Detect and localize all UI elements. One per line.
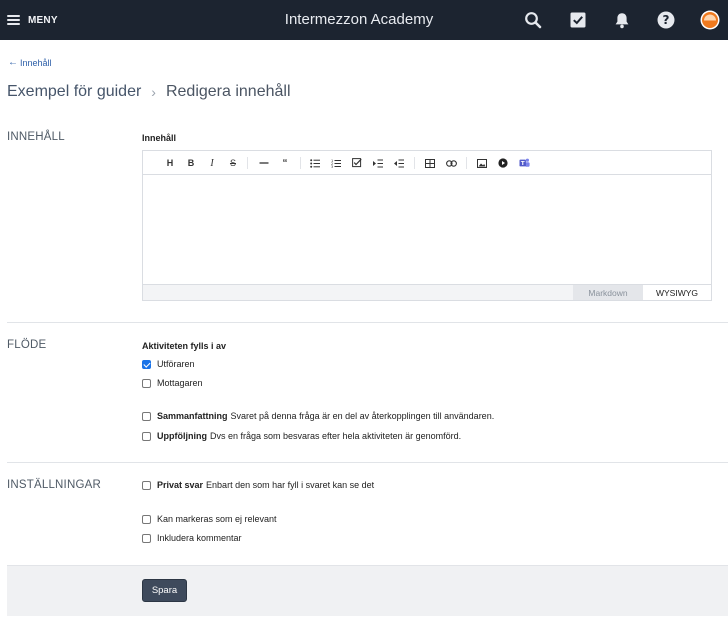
app-title: Intermezzon Academy xyxy=(284,11,434,28)
editor-text-area[interactable] xyxy=(143,175,711,285)
section-divider xyxy=(7,462,728,463)
performer-checkbox-row[interactable]: Utföraren xyxy=(142,359,195,369)
irrelevant-checkbox[interactable] xyxy=(142,514,151,524)
summary-description: Svaret på denna fråga är en del av återk… xyxy=(230,411,495,421)
arrow-left-icon: ← xyxy=(8,57,18,68)
irrelevant-label: Kan markeras som ej relevant xyxy=(157,514,277,524)
private-answer-label: Privat svar xyxy=(157,480,204,490)
image-icon[interactable] xyxy=(475,157,489,169)
svg-text:3: 3 xyxy=(331,165,333,168)
followup-label: Uppföljning xyxy=(157,431,207,441)
back-link-label: Innehåll xyxy=(20,57,52,68)
toolbar-divider xyxy=(414,157,415,169)
followup-checkbox[interactable] xyxy=(142,431,151,441)
editor-mode-bar: Markdown WYSIWYG xyxy=(143,284,711,300)
numbered-list-icon[interactable]: 123 xyxy=(329,157,343,169)
summary-label: Sammanfattning xyxy=(157,411,228,421)
comment-label: Inkludera kommentar xyxy=(157,533,242,543)
content-editor: H B I S “ 123 T Markdown WYSIWYG xyxy=(142,150,712,301)
section-label-settings: INSTÄLLNINGAR xyxy=(7,479,101,491)
bell-icon[interactable] xyxy=(612,10,632,30)
section-label-flow: FLÖDE xyxy=(7,339,47,351)
breadcrumb-parent[interactable]: Exempel för guider xyxy=(7,83,141,101)
private-answer-checkbox-row[interactable]: Privat svar Enbart den som har fyll i sv… xyxy=(142,480,374,490)
back-link[interactable]: ← Innehåll xyxy=(8,57,52,68)
search-icon[interactable] xyxy=(523,10,543,30)
summary-checkbox-row[interactable]: Sammanfattning Svaret på denna fråga är … xyxy=(142,411,494,421)
followup-description: Dvs en fråga som besvaras efter hela akt… xyxy=(209,431,462,441)
content-field-label: Innehåll xyxy=(142,133,177,143)
private-answer-description: Enbart den som har fyll i svaret kan se … xyxy=(206,480,375,490)
link-icon[interactable] xyxy=(444,157,458,169)
svg-text:T: T xyxy=(520,161,524,167)
irrelevant-checkbox-row[interactable]: Kan markeras som ej relevant xyxy=(142,514,277,524)
page-title: Exempel för guider › Redigera innehåll xyxy=(7,83,291,101)
heading-icon[interactable]: H xyxy=(163,157,177,169)
bullet-list-icon[interactable] xyxy=(308,157,322,169)
save-button[interactable]: Spara xyxy=(142,579,187,602)
horizontal-rule-icon[interactable] xyxy=(257,157,271,169)
flow-subhead: Aktiviteten fylls i av xyxy=(142,341,227,351)
section-divider xyxy=(7,322,728,323)
strikethrough-icon[interactable]: S xyxy=(226,157,240,169)
performer-checkbox[interactable] xyxy=(142,359,151,369)
help-icon[interactable]: ? xyxy=(656,10,676,30)
comment-checkbox-row[interactable]: Inkludera kommentar xyxy=(142,533,242,543)
recipient-checkbox[interactable] xyxy=(142,378,151,388)
recipient-checkbox-row[interactable]: Mottagaren xyxy=(142,378,203,388)
top-bar: MENY Intermezzon Academy ? xyxy=(0,0,728,40)
summary-checkbox[interactable] xyxy=(142,411,151,421)
section-label-content: INNEHÅLL xyxy=(7,131,65,143)
italic-icon[interactable]: I xyxy=(205,157,219,169)
footer-bar xyxy=(7,565,728,616)
recipient-label: Mottagaren xyxy=(157,378,203,388)
task-list-icon[interactable] xyxy=(350,157,364,169)
performer-label: Utföraren xyxy=(157,359,195,369)
breadcrumb-current: Redigera innehåll xyxy=(165,83,291,100)
bold-icon[interactable]: B xyxy=(184,157,198,169)
teams-icon[interactable]: T xyxy=(517,157,531,169)
markdown-tab[interactable]: Markdown xyxy=(573,285,643,300)
indent-icon[interactable] xyxy=(371,157,385,169)
outdent-icon[interactable] xyxy=(392,157,406,169)
svg-text:?: ? xyxy=(663,13,670,27)
followup-checkbox-row[interactable]: Uppföljning Dvs en fråga som besvaras ef… xyxy=(142,431,461,441)
user-avatar[interactable] xyxy=(700,10,720,30)
quote-icon[interactable]: “ xyxy=(278,157,292,169)
private-answer-checkbox[interactable] xyxy=(142,480,151,490)
toolbar-divider xyxy=(247,157,248,169)
editor-toolbar: H B I S “ 123 T xyxy=(143,151,711,175)
toolbar-divider xyxy=(466,157,467,169)
chevron-right-icon: › xyxy=(151,84,156,100)
toolbar-divider xyxy=(300,157,301,169)
wysiwyg-tab[interactable]: WYSIWYG xyxy=(643,285,711,300)
tasks-check-icon[interactable] xyxy=(568,10,588,30)
table-icon[interactable] xyxy=(423,157,437,169)
comment-checkbox[interactable] xyxy=(142,533,151,543)
video-icon[interactable] xyxy=(496,157,510,169)
